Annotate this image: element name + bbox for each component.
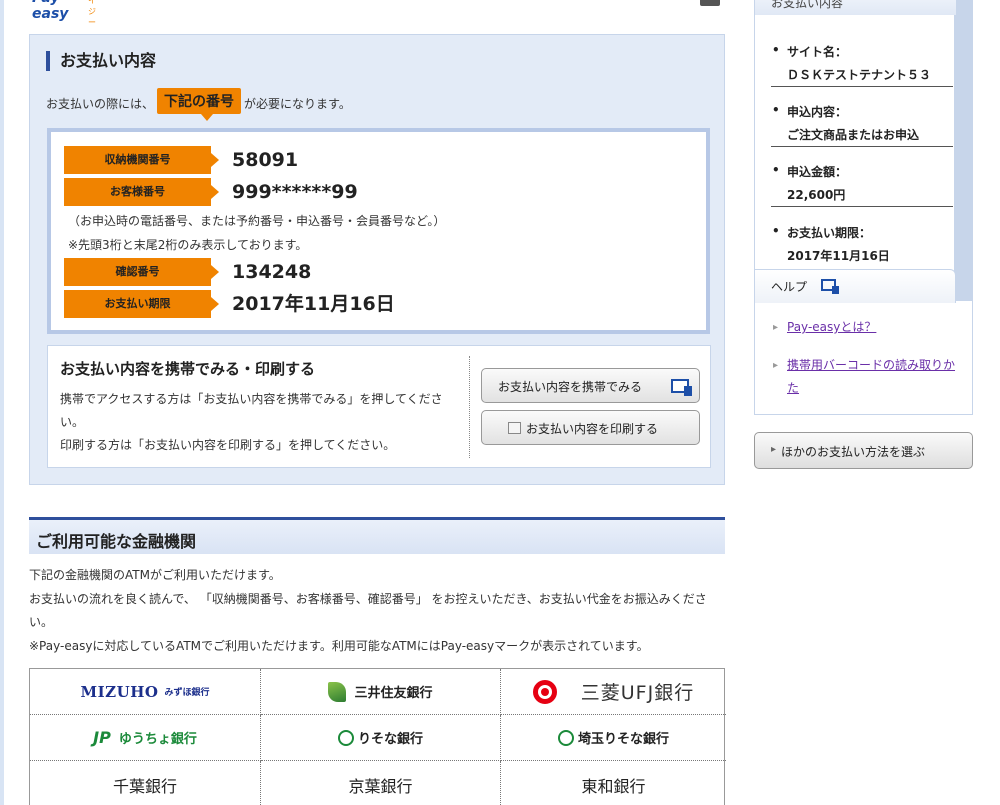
pay-easy-logo: Pay-easy ペイジー (30, 0, 100, 27)
resona-name: りそな銀行 (357, 732, 423, 747)
mobile-window-icon (671, 379, 692, 396)
mizuho-logo-sub: みずほ銀行 (164, 688, 210, 698)
bank-cell-yucho[interactable]: JP ゆうちょ銀行 (30, 715, 261, 761)
keiyo-name: 京葉銀行 (348, 777, 413, 796)
print-label: お支払い内容を印刷する (526, 422, 659, 436)
label-customer-number: お客様番号 (64, 178, 219, 206)
help-window-icon (821, 279, 839, 294)
bank-cell-towa[interactable]: 東和銀行 (501, 761, 726, 805)
logo-kana: ペイジー (88, 0, 96, 27)
value-payment-deadline: 2017年11月16日 (232, 293, 395, 315)
summary-value: ご注文商品またはお申込 (787, 128, 920, 142)
towa-name: 東和銀行 (581, 777, 646, 796)
bank-cell-smbc[interactable]: 三井住友銀行 (261, 669, 501, 715)
divider (469, 356, 470, 458)
bank-cell-chiba[interactable]: 千葉銀行 (30, 761, 261, 805)
bank-cell-resona[interactable]: りそな銀行 (261, 715, 501, 761)
payment-lead: お支払いの際には、 下記の番号 が必要になります。 (46, 88, 351, 121)
summary-label: 申込金額： (772, 163, 847, 180)
left-edge-strip (0, 0, 4, 805)
view-on-mobile-label: お支払い内容を携帯でみる (498, 380, 643, 394)
payment-panel: お支払い内容 お支払いの際には、 下記の番号 が必要になります。 収納機関番号 58… (29, 34, 725, 485)
mobile-print-description: 携帯でアクセスする方は「お支払い内容を携帯でみる」を押してください。 印刷する方… (60, 388, 460, 457)
bank-cell-mizuho[interactable]: MIZUHO みずほ銀行 (30, 669, 261, 715)
masking-note: ※先頭3桁と末尾2桁のみ表示しております。 (68, 238, 308, 252)
summary-label: サイト名： (772, 43, 847, 60)
saitama-resona-logo-icon (557, 729, 574, 746)
banks-text-2: お支払いの流れを良く読んで、 「収納機関番号、お客様番号、確認番号」 をお控えい… (29, 592, 707, 629)
help-link-pay-easy[interactable]: Pay-easyとは？ (773, 316, 955, 339)
header-icon (700, 0, 720, 6)
sidebar-summary: お支払い内容 サイト名： ＤＳＫテストテナント５３ 申込内容： ご注文商品または… (754, 0, 973, 415)
summary-amount: 申込金額： 22,600円 (771, 163, 953, 207)
label-institution-number: 収納機関番号 (64, 146, 219, 174)
saitama-resona-name: 埼玉りそな銀行 (577, 732, 669, 747)
print-desc-line: 印刷する方は「お支払い内容を印刷する」を押してください。 (60, 438, 396, 452)
banks-text-1: 下記の金融機関のATMがご利用いただけます。 (29, 568, 281, 582)
summary-value: 2017年11月16日 (787, 249, 890, 263)
print-button[interactable]: お支払い内容を印刷する (481, 410, 700, 445)
printer-icon (508, 422, 521, 434)
help-title: ヘルプ (771, 280, 808, 294)
lead-keyword-badge: 下記の番号 (157, 88, 242, 121)
smbc-leaf-icon (328, 681, 347, 702)
bank-cell-saitama-resona[interactable]: 埼玉りそな銀行 (501, 715, 726, 761)
chiba-name: 千葉銀行 (112, 777, 177, 796)
bank-cell-keiyo[interactable]: 京葉銀行 (261, 761, 501, 805)
other-payment-method-button[interactable]: ほかのお支払い方法を選ぶ (754, 432, 973, 469)
bank-cell-mufg[interactable]: 三菱UFJ銀行 (501, 669, 726, 715)
summary-deadline: お支払い期限： 2017年11月16日 (771, 224, 953, 268)
value-customer-number: 999******99 (232, 181, 358, 203)
banks-title: ご利用可能な金融機関 (36, 532, 197, 551)
summary-value: ＤＳＫテストテナント５３ (787, 68, 932, 82)
sidebar-header: お支払い内容 (755, 0, 956, 15)
resona-logo-icon (337, 729, 354, 746)
view-on-mobile-button[interactable]: お支払い内容を携帯でみる (481, 368, 700, 403)
summary-value: 22,600円 (787, 188, 846, 202)
mizuho-logo-text: MIZUHO (80, 682, 159, 701)
bank-grid: MIZUHO みずほ銀行 三井住友銀行 三菱UFJ銀行 JP ゆうちょ銀行 りそ… (29, 668, 726, 805)
sidebar-title: お支払い内容 (771, 0, 844, 10)
banks-text-3: ※Pay-easyに対応しているATMでご利用いただけます。利用可能なATMには… (29, 639, 649, 653)
yucho-name: ゆうちょ銀行 (118, 732, 197, 747)
label-payment-deadline: お支払い期限 (64, 290, 219, 318)
summary-label: お支払い期限： (772, 224, 871, 241)
mobile-desc-line: 携帯でアクセスする方は「お支払い内容を携帯でみる」を押してください。 (60, 392, 443, 429)
smbc-name: 三井住友銀行 (354, 686, 433, 701)
mobile-print-box: お支払い内容を携帯でみる・印刷する 携帯でアクセスする方は「お支払い内容を携帯で… (47, 345, 711, 468)
summary-site-name: サイト名： ＤＳＫテストテナント５３ (771, 43, 953, 87)
help-link-barcode[interactable]: 携帯用バーコードの読み取りかた (773, 354, 955, 400)
sidebar-strip (954, 0, 972, 301)
label-confirmation-number: 確認番号 (64, 258, 219, 286)
jp-bank-logo-icon: JP (93, 728, 111, 747)
lead-after: が必要になります。 (244, 97, 351, 111)
payment-title: お支払い内容 (46, 51, 156, 71)
value-confirmation-number: 134248 (232, 261, 312, 283)
summary-order-content: 申込内容： ご注文商品またはお申込 (771, 103, 953, 147)
mobile-print-title: お支払い内容を携帯でみる・印刷する (60, 360, 316, 378)
mufg-logo-icon (532, 679, 557, 704)
customer-number-note: （お申込時の電話番号、または予約番号・申込番号・会員番号など。） (68, 214, 446, 228)
lead-before: お支払いの際には、 (46, 97, 155, 111)
summary-label: 申込内容： (772, 103, 847, 120)
mufg-name: 三菱UFJ銀行 (580, 682, 695, 704)
banks-header: ご利用可能な金融機関 (29, 517, 725, 554)
help-tab: ヘルプ (755, 269, 956, 303)
payment-numbers-box: 収納機関番号 58091 お客様番号 999******99 （お申込時の電話番… (47, 128, 710, 334)
value-institution-number: 58091 (232, 149, 299, 171)
other-payment-method-label: ほかのお支払い方法を選ぶ (771, 443, 925, 460)
